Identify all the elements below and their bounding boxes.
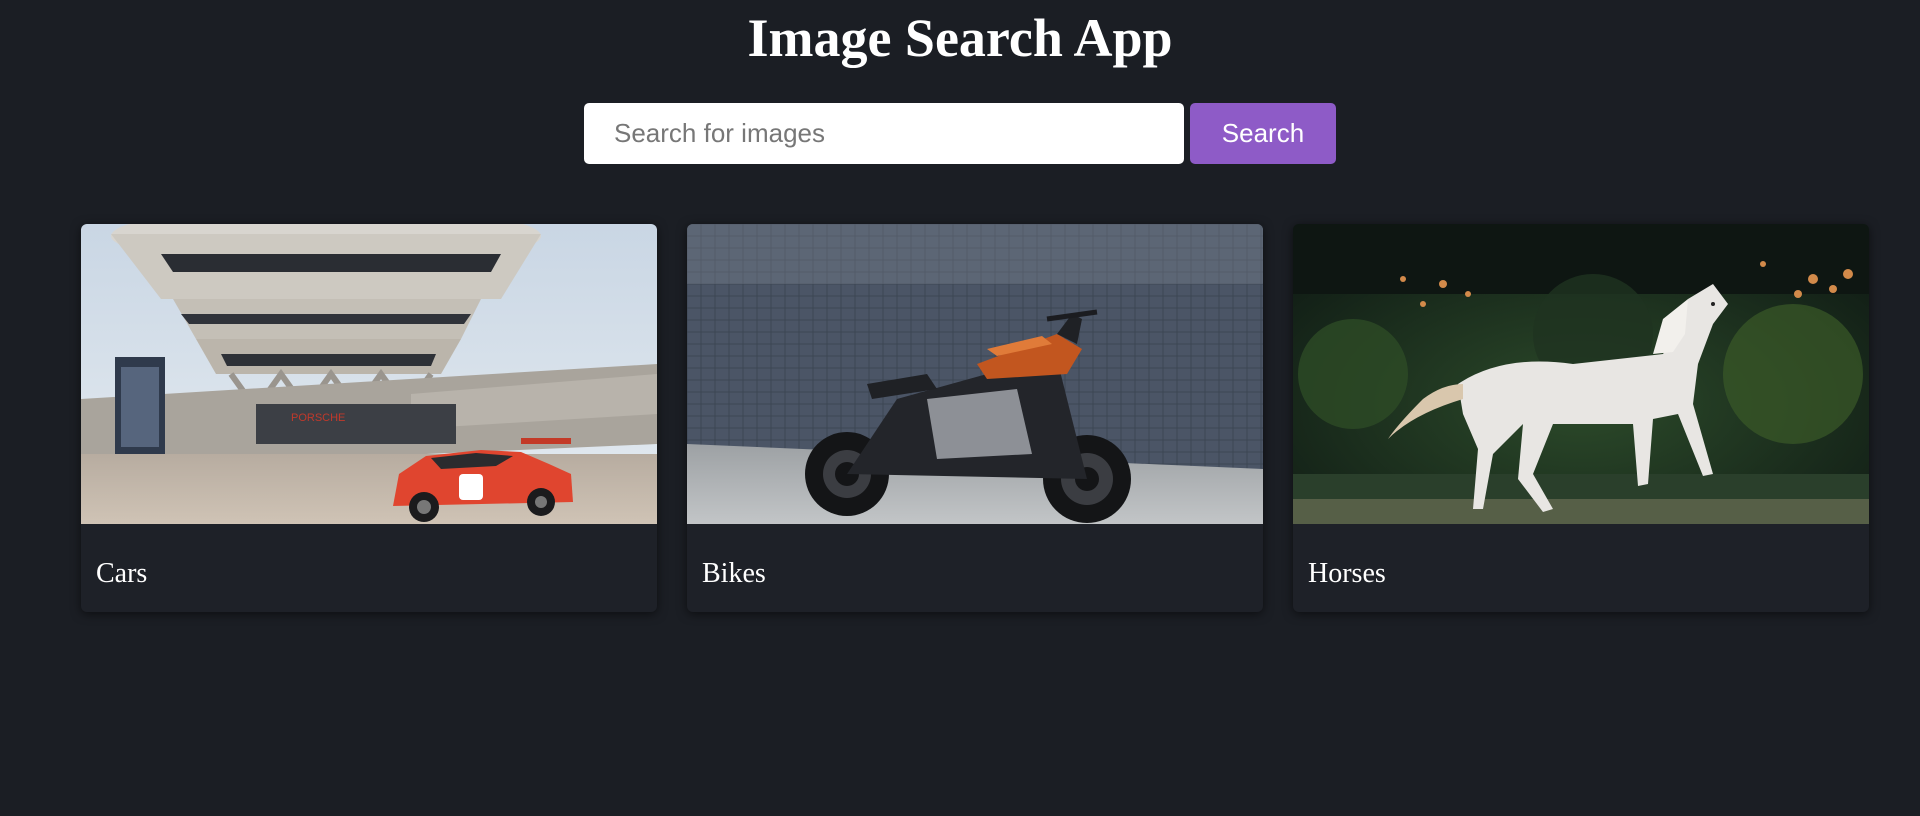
result-image-bikes[interactable] bbox=[687, 224, 1263, 524]
results-grid: PORSCHE Cars Bikes Horses bbox=[81, 224, 1869, 612]
result-label: Cars bbox=[96, 558, 148, 589]
result-card-horses[interactable]: Horses bbox=[1293, 224, 1869, 612]
page-title: Image Search App bbox=[747, 8, 1173, 68]
search-bar: Search bbox=[584, 103, 1336, 164]
result-image-horses[interactable] bbox=[1293, 224, 1869, 524]
svg-text:PORSCHE: PORSCHE bbox=[291, 412, 345, 424]
result-label: Bikes bbox=[702, 558, 766, 589]
result-card-cars[interactable]: PORSCHE Cars bbox=[81, 224, 657, 612]
result-label: Horses bbox=[1308, 558, 1386, 589]
search-button[interactable]: Search bbox=[1190, 103, 1336, 164]
result-card-bikes[interactable]: Bikes bbox=[687, 224, 1263, 612]
result-image-cars[interactable]: PORSCHE bbox=[81, 224, 657, 524]
search-input[interactable] bbox=[584, 103, 1184, 164]
